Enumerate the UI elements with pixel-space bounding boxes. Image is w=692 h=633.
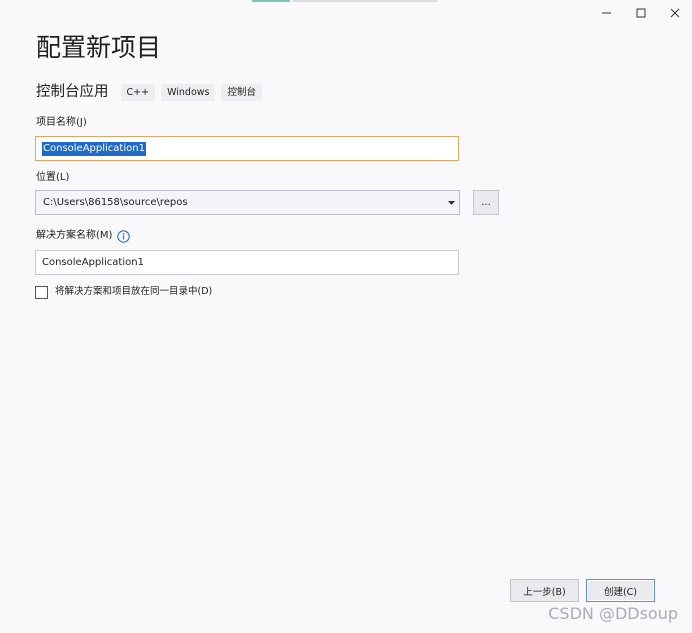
solution-name-label-row: 解决方案名称(M) [36, 229, 131, 243]
project-name-input[interactable]: ConsoleApplication1 [35, 136, 459, 161]
solution-name-value: ConsoleApplication1 [42, 257, 144, 268]
info-icon[interactable] [117, 229, 131, 243]
template-info: 控制台应用 C++ Windows 控制台 [36, 82, 268, 102]
same-directory-option[interactable]: 将解决方案和项目放在同一目录中(D) [35, 285, 212, 299]
maximize-button[interactable] [624, 0, 658, 26]
same-directory-label: 将解决方案和项目放在同一目录中(D) [55, 286, 213, 297]
project-name-label: 项目名称(J) [36, 117, 87, 128]
template-tag-type: 控制台 [221, 83, 262, 101]
window-controls [590, 0, 692, 26]
template-tag-platform: Windows [161, 83, 216, 101]
back-button[interactable]: 上一步(B) [510, 579, 579, 602]
template-name: 控制台应用 [36, 84, 109, 100]
template-tag-language: C++ [120, 83, 156, 101]
close-button[interactable] [658, 0, 692, 26]
title-bar-accent [252, 0, 290, 2]
location-label: 位置(L) [36, 172, 70, 183]
close-icon [670, 8, 680, 18]
project-name-value: ConsoleApplication1 [42, 141, 146, 156]
location-combobox[interactable]: C:\Users\86158\source\repos [35, 190, 460, 215]
solution-name-input[interactable]: ConsoleApplication1 [35, 250, 459, 275]
same-directory-checkbox[interactable] [35, 285, 48, 299]
maximize-icon [636, 8, 646, 18]
create-button[interactable]: 创建(C) [586, 579, 655, 602]
minimize-button[interactable] [590, 0, 624, 26]
solution-name-label: 解决方案名称(M) [36, 230, 113, 241]
title-bar-accent-2 [292, 0, 438, 2]
location-value: C:\Users\86158\source\repos [43, 197, 188, 208]
browse-location-button[interactable]: ... [473, 190, 499, 215]
watermark: CSDN @DDsoup [548, 604, 678, 623]
minimize-icon [602, 12, 611, 14]
chevron-down-icon[interactable] [448, 201, 455, 206]
page-title: 配置新项目 [36, 33, 162, 62]
